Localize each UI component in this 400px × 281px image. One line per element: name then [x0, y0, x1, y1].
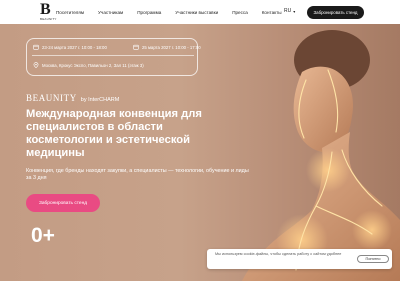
extra-dates: 25 марта 2027 г. 10:00 - 17:00 [133, 44, 201, 50]
extra-dates-text: 25 марта 2027 г. 10:00 - 17:00 [142, 44, 201, 50]
nav-item-exhibitors[interactable]: Участники выставки [175, 10, 218, 15]
visitor-dates-text: 23-24 марта 2027 г. 10:00 - 18:00 [42, 44, 107, 50]
info-divider [32, 55, 194, 56]
hero-portrait-image [242, 30, 400, 281]
event-info-box: 23-24 марта 2027 г. 10:00 - 18:00 25 мар… [26, 38, 201, 76]
hero-subtitle: Конвенция, где бренды находят закупки, а… [26, 168, 249, 181]
nav-item-contacts[interactable]: Контакты [262, 10, 282, 15]
brand-by-label: by InterCHARM [80, 97, 120, 103]
cookie-banner: Мы используем cookie-файлы, чтобы сделат… [207, 249, 392, 269]
brand-name: BEAUNITY [26, 93, 77, 103]
event-location-text: Москва, Крокус Экспо, Павильон 2, Зал 11… [42, 62, 144, 68]
brand-line: BEAUNITY by InterCHARM [26, 93, 119, 103]
age-rating: 0+ [31, 224, 55, 247]
visitor-dates: 23-24 марта 2027 г. 10:00 - 18:00 [33, 44, 107, 50]
site-header: B BEAUNITY Посетителям Участникам Програ… [0, 0, 400, 24]
main-nav: Посетителям Участникам Программа Участни… [56, 0, 296, 24]
event-location: Москва, Крокус Экспо, Павильон 2, Зал 11… [33, 62, 144, 68]
language-label: RU [284, 8, 292, 14]
calendar-icon [33, 44, 39, 50]
cookie-accept-button[interactable]: Понятно [357, 255, 389, 263]
nav-item-visitors[interactable]: Посетителям [56, 10, 84, 15]
calendar-icon [133, 44, 139, 50]
nav-item-program[interactable]: Программа [137, 10, 161, 15]
location-pin-icon [33, 62, 39, 68]
nav-item-press[interactable]: Пресса [232, 10, 248, 15]
language-selector[interactable]: RU ▾ [284, 8, 295, 14]
hero-title: Международная конвенция для специалистов… [26, 108, 202, 159]
hero-book-stand-button[interactable]: Забронировать стенд [26, 194, 100, 212]
header-book-stand-button[interactable]: Забронировать стенд [307, 6, 364, 19]
chevron-down-icon: ▾ [293, 8, 296, 14]
nav-item-participants[interactable]: Участникам [98, 10, 123, 15]
cookie-text: Мы используем cookie-файлы, чтобы сделат… [215, 252, 342, 256]
